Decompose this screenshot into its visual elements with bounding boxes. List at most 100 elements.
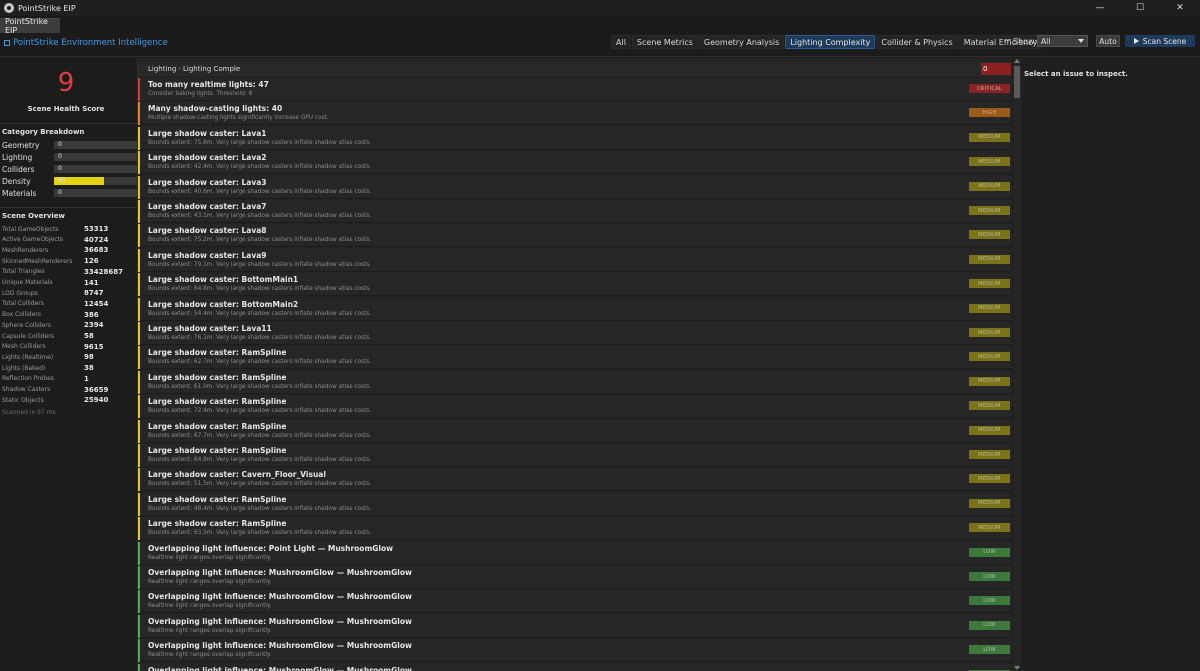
app-icon: [4, 3, 14, 13]
issue-row[interactable]: Large shadow caster: RamSpline Bounds ext…: [138, 419, 1012, 443]
overview-value: 33428687: [84, 267, 123, 276]
issue-row[interactable]: Overlapping light influence: MushroomGlo…: [138, 639, 1012, 663]
overview-value: 53313: [84, 225, 109, 233]
overview-key: Lights (Baked): [2, 364, 46, 372]
overview-value: 2394: [84, 321, 104, 330]
issue-title: Large shadow caster: BottomMain2: [148, 299, 299, 309]
issue-row[interactable]: Large shadow caster: RamSpline Bounds ext…: [138, 492, 1012, 516]
issue-row[interactable]: Large shadow caster: RamSpline Bounds ext…: [138, 444, 1012, 467]
issue-row[interactable]: Large shadow caster: Lava7 Bounds extent:…: [138, 200, 1012, 223]
issue-row[interactable]: Large shadow caster: BottomMain2 Bounds e…: [138, 297, 1012, 321]
show-label: Show:: [1013, 37, 1037, 46]
filter-tab-collider-physics[interactable]: Collider & Physics: [876, 35, 958, 49]
auto-button[interactable]: Auto: [1096, 35, 1120, 47]
issue-row[interactable]: Large shadow caster: Cavern_Floor_Visual…: [138, 468, 1012, 492]
issue-row[interactable]: Large shadow caster: Lava1 Bounds extent:…: [138, 126, 1012, 150]
severity-badge: MEDIUM: [969, 328, 1010, 337]
severity-badge: CRITICAL: [969, 84, 1010, 93]
overview-key: Reflection Probes: [2, 375, 54, 383]
overview-row: Unique Materials 141: [2, 278, 132, 288]
severity-badge: MEDIUM: [969, 474, 1010, 484]
brand: PointStrike Environment Intelligence: [4, 38, 168, 48]
issue-description: Bounds extent: 62.7m. Very large shadow …: [148, 359, 372, 366]
category-bar: 0: [54, 165, 137, 173]
overview-row: Total Colliders 12454: [2, 299, 132, 309]
filter-tab-geometry-analysis[interactable]: Geometry Analysis: [698, 35, 785, 49]
filter-tab-scene-metrics[interactable]: Scene Metrics: [631, 35, 698, 49]
overview-value: 12454: [84, 299, 109, 308]
severity-badge: MEDIUM: [969, 376, 1010, 386]
issue-title: Large shadow caster: RamSpline: [148, 519, 287, 529]
issue-title: Overlapping light influence: Point Light…: [148, 543, 394, 553]
tab-pointstrike-eip[interactable]: PointStrike EIP: [0, 17, 60, 35]
issue-title: Too many realtime lights: 47: [148, 80, 269, 89]
category-value: 0: [58, 189, 62, 196]
issue-row[interactable]: Overlapping light influence: MushroomGlo…: [138, 663, 1012, 671]
issues-scrollbar[interactable]: [1013, 58, 1021, 671]
overview-key: Sphere Colliders: [2, 321, 51, 329]
maximize-icon[interactable]: ☐: [1120, 0, 1160, 16]
severity-strip: [138, 346, 140, 370]
issue-description: Bounds extent: 48.4m. Very large shadow …: [148, 505, 372, 512]
issue-row[interactable]: Large shadow caster: Lava11 Bounds extent…: [138, 322, 1012, 345]
severity-strip: [138, 395, 140, 419]
window-controls: — ☐ ✕: [1080, 0, 1200, 16]
category-label: Materials: [2, 188, 37, 198]
filter-tab-all[interactable]: All: [611, 35, 631, 49]
issue-row[interactable]: Large shadow caster: BottomMain1 Bounds e…: [138, 273, 1012, 297]
issue-row[interactable]: Large shadow caster: RamSpline Bounds ext…: [138, 517, 1012, 541]
severity-strip: [138, 566, 140, 589]
overview-key: Lights (Realtime): [2, 353, 54, 361]
issue-row[interactable]: Large shadow caster: Lava9 Bounds extent:…: [138, 248, 1012, 272]
severity-strip: [138, 200, 140, 223]
issue-row[interactable]: Overlapping light influence: MushroomGlo…: [138, 566, 1012, 589]
issue-title: Large shadow caster: Lava9: [148, 250, 267, 260]
issue-row[interactable]: Large shadow caster: RamSpline Bounds ext…: [138, 395, 1012, 419]
issue-description: Realtime light ranges overlap significan…: [148, 652, 272, 659]
issue-description: Bounds extent: 72.4m. Very large shadow …: [148, 408, 372, 415]
category-label: Geometry: [2, 140, 40, 150]
issue-title: Large shadow caster: Lava11: [148, 324, 272, 333]
issue-row[interactable]: Large shadow caster: Lava3 Bounds extent:…: [138, 175, 1012, 199]
overview-row: Capsule Colliders 58: [2, 331, 132, 341]
severity-badge: LOW: [969, 596, 1010, 606]
scan-scene-button[interactable]: Scan Scene: [1125, 35, 1195, 47]
category-label: Lighting: [2, 152, 33, 162]
scroll-up-icon[interactable]: [1014, 59, 1020, 63]
issue-description: Bounds extent: 75.2m. Very large shadow …: [148, 237, 372, 244]
issue-row[interactable]: Large shadow caster: Lava2 Bounds extent:…: [138, 151, 1012, 175]
overview-key: Box Colliders: [2, 311, 42, 319]
issue-row[interactable]: Large shadow caster: RamSpline Bounds ext…: [138, 370, 1012, 394]
severity-strip: [138, 151, 140, 175]
category-filter-tabs: All Scene Metrics Geometry Analysis Lightin…: [611, 35, 1043, 49]
overview-row: Static Objects 25940: [2, 395, 132, 405]
issue-description: Bounds extent: 75.8m. Very large shadow …: [148, 139, 372, 146]
severity-badge: MEDIUM: [969, 181, 1010, 191]
issue-description: Bounds extent: 79.1m. Very large shadow …: [148, 261, 372, 268]
severity-strip: [138, 248, 140, 272]
category-label: Colliders: [2, 164, 35, 174]
severity-strip: [138, 297, 140, 321]
issue-row[interactable]: Large shadow caster: Lava8 Bounds extent:…: [138, 224, 1012, 248]
window-title: PointStrike EIP: [18, 3, 76, 13]
scrollbar-thumb[interactable]: [1014, 66, 1020, 98]
severity-strip: [138, 444, 140, 467]
minimize-icon[interactable]: —: [1080, 0, 1120, 16]
filter-tab-lighting-complexity[interactable]: Lighting Complexity: [785, 35, 876, 49]
issue-row[interactable]: Many shadow-casting lights: 40 Multiple s…: [138, 102, 1012, 126]
issue-row[interactable]: Overlapping light influence: MushroomGlo…: [138, 614, 1012, 638]
severity-badge: MEDIUM: [969, 157, 1010, 167]
details-hint: Select an issue to inspect.: [1024, 70, 1128, 78]
overview-key: Total GameObjects: [2, 225, 59, 233]
overview-value: 126: [84, 257, 99, 266]
show-dropdown[interactable]: All: [1037, 35, 1088, 47]
scroll-down-icon[interactable]: [1014, 666, 1020, 670]
overview-row: Shadow Casters 36659: [2, 385, 132, 395]
severity-badge: MEDIUM: [969, 401, 1010, 411]
issue-row[interactable]: Large shadow caster: RamSpline Bounds ext…: [138, 346, 1012, 370]
issue-row[interactable]: Overlapping light influence: MushroomGlo…: [138, 590, 1012, 614]
close-icon[interactable]: ✕: [1160, 0, 1200, 16]
issue-row[interactable]: Overlapping light influence: Point Light…: [138, 541, 1012, 565]
severity-badge: MEDIUM: [969, 425, 1010, 435]
issue-row[interactable]: Too many realtime lights: 47 Consider bak…: [138, 78, 1012, 101]
